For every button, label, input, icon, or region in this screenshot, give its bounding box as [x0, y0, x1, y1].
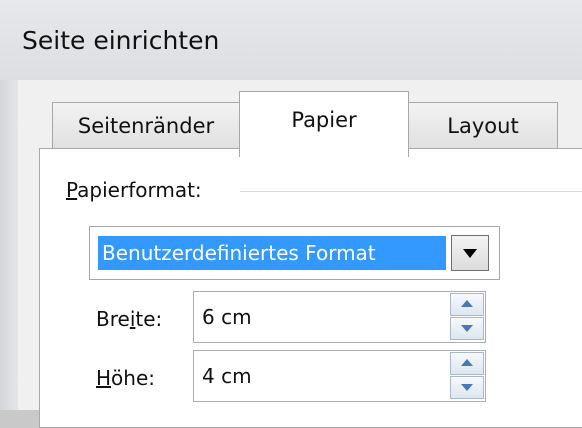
height-decrement-button[interactable] [450, 376, 484, 399]
width-spin-buttons [450, 293, 484, 341]
title-bar[interactable]: Seite einrichten [0, 0, 582, 80]
paper-format-mnemonic: P [66, 178, 78, 202]
height-spinner[interactable]: 4 cm [193, 350, 486, 402]
height-increment-button[interactable] [450, 352, 484, 375]
chevron-down-icon [463, 249, 477, 258]
height-input[interactable]: 4 cm [202, 364, 252, 388]
window-title: Seite einrichten [22, 26, 220, 55]
height-label-mnemonic: H [96, 366, 112, 390]
tab-margins-label: Seitenränder [77, 114, 215, 138]
window-frame-edge [0, 80, 18, 410]
spin-down-icon [461, 325, 473, 332]
tab-paper[interactable]: Papier [239, 91, 409, 157]
tab-layout-label: Layout [447, 114, 519, 138]
height-label: Höhe: [96, 366, 155, 390]
spin-up-icon [461, 300, 473, 307]
height-label-rest: öhe: [111, 366, 156, 390]
group-separator [240, 191, 582, 192]
width-label-before: Bre [96, 307, 130, 331]
width-input[interactable]: 6 cm [202, 305, 252, 329]
spin-up-icon [461, 359, 473, 366]
tab-layout[interactable]: Layout [408, 102, 558, 150]
paper-format-group-label: Papierformat: [66, 178, 202, 202]
paper-format-label-rest: apierformat: [77, 178, 202, 202]
tab-paper-label: Papier [291, 108, 357, 132]
height-spin-buttons [450, 352, 484, 400]
width-label-after: te: [135, 307, 163, 331]
width-label: Breite: [96, 307, 162, 331]
spin-down-icon [461, 384, 473, 391]
width-spinner[interactable]: 6 cm [193, 291, 486, 343]
paper-format-select[interactable]: Benutzerdefiniertes Format [89, 226, 500, 280]
paper-format-selected-value: Benutzerdefiniertes Format [98, 236, 446, 270]
width-decrement-button[interactable] [450, 317, 484, 340]
tab-margins[interactable]: Seitenränder [52, 102, 240, 150]
paper-format-dropdown-button[interactable] [451, 235, 489, 271]
width-increment-button[interactable] [450, 293, 484, 316]
